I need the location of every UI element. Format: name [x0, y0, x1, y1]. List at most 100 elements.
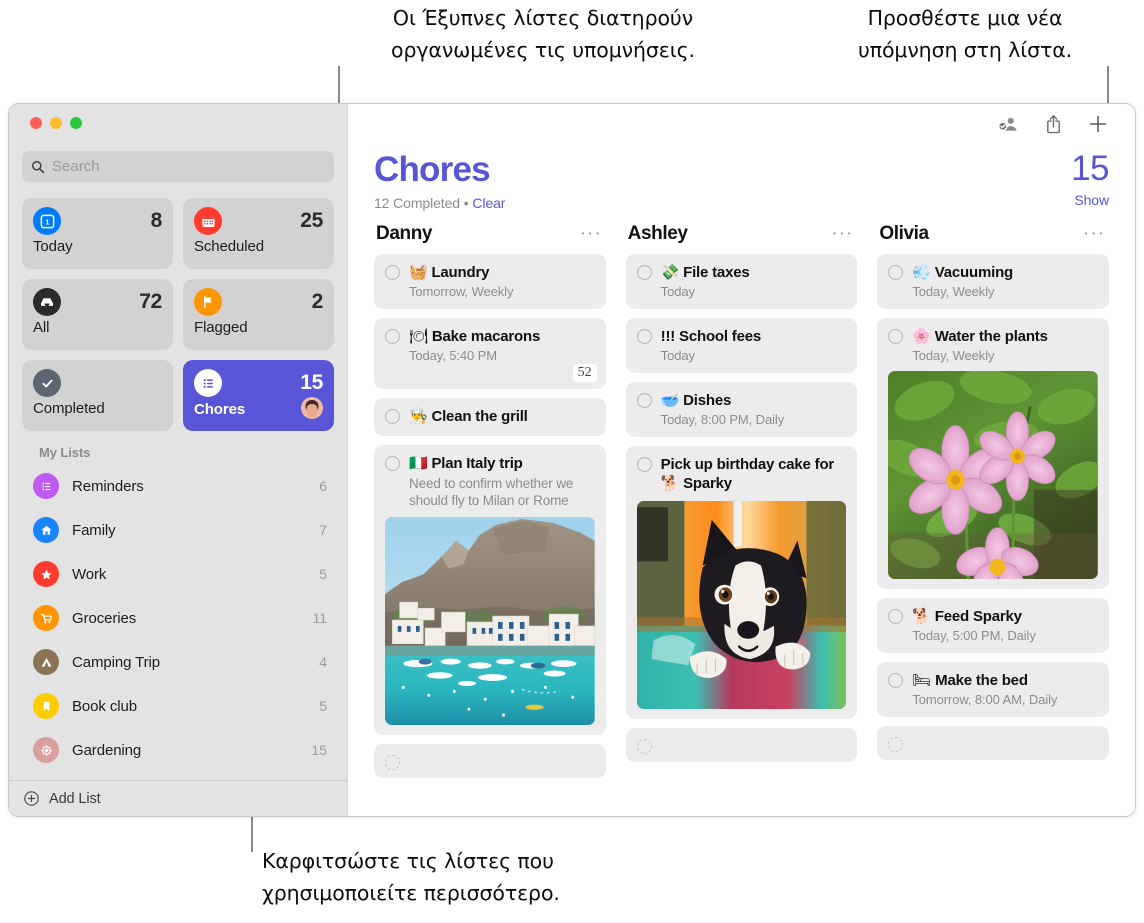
flag-icon [194, 288, 222, 316]
reminder-card[interactable]: 🐕 Feed Sparky Today, 5:00 PM, Daily [877, 598, 1109, 653]
house-icon [33, 517, 59, 543]
complete-circle-icon[interactable] [385, 755, 400, 770]
list-bullet-icon [194, 369, 222, 397]
sidebar-item-family[interactable]: Family 7 [9, 508, 347, 552]
column-more-icon[interactable]: ··· [831, 229, 853, 239]
italy-coast-photo[interactable] [385, 517, 595, 725]
sidebar-item-gardening[interactable]: Gardening 15 [9, 728, 347, 772]
reminder-card[interactable]: 🇮🇹 Plan Italy trip Need to confirm wheth… [374, 445, 606, 735]
share-icon[interactable] [1044, 113, 1063, 140]
emoji-flag-italy: 🇮🇹 [409, 454, 427, 472]
inbox-icon [33, 288, 61, 316]
reminder-card[interactable]: 🌸 Water the plants Today, Weekly [877, 318, 1109, 589]
reminder-note: Need to confirm whether we should fly to… [409, 475, 595, 509]
plus-icon[interactable] [1087, 113, 1109, 140]
smart-list-today[interactable]: 1 8 Today [22, 198, 173, 269]
reminder-card[interactable]: 🍽 Bake macarons Today, 5:40 PM 52 [374, 318, 606, 389]
reminder-due: Today, 5:40 PM [409, 348, 595, 363]
complete-circle-icon[interactable] [385, 409, 400, 424]
complete-circle-icon[interactable] [888, 329, 903, 344]
list-count: 7 [319, 522, 327, 538]
smart-list-flagged[interactable]: 2 Flagged [183, 279, 334, 350]
list-count: 4 [319, 654, 327, 670]
sidebar-item-groceries[interactable]: Groceries 11 [9, 596, 347, 640]
smart-list-all-count: 72 [139, 290, 162, 314]
smart-list-today-label: Today [33, 238, 162, 255]
reminder-due: Today [661, 284, 847, 299]
annotation-pin-lists: Καρφιτσώστε τις λίστες που χρησιμοποιείτ… [262, 845, 662, 909]
complete-circle-icon[interactable] [637, 457, 652, 472]
smart-list-chores[interactable]: 15 Chores [183, 360, 334, 431]
smart-list-scheduled[interactable]: 25 Scheduled [183, 198, 334, 269]
tent-icon [33, 649, 59, 675]
new-reminder-row[interactable] [877, 726, 1109, 760]
complete-circle-icon[interactable] [385, 329, 400, 344]
smart-list-all[interactable]: 72 All [22, 279, 173, 350]
main-content: Chores 12 Completed • Clear 15 Show Dann… [347, 104, 1135, 816]
list-label: Gardening [72, 742, 298, 759]
svg-text:1: 1 [45, 218, 49, 226]
complete-circle-icon[interactable] [888, 265, 903, 280]
reminder-card[interactable]: 🧺 Laundry Tomorrow, Weekly [374, 254, 606, 309]
list-label: Camping Trip [72, 654, 306, 671]
complete-circle-icon[interactable] [637, 265, 652, 280]
reminder-card[interactable]: 💸 File taxes Today [626, 254, 858, 309]
reminder-card[interactable]: !!! School fees Today [626, 318, 858, 373]
emoji-dash: 💨 [912, 263, 930, 281]
smart-list-completed[interactable]: Completed [22, 360, 173, 431]
completed-count: 12 Completed [374, 195, 460, 211]
sidebar: Search 1 8 Today [9, 104, 347, 816]
show-button[interactable]: Show [1071, 192, 1109, 208]
complete-circle-icon[interactable] [888, 737, 903, 752]
reminder-title: Laundry [431, 264, 489, 281]
column-danny: Danny ··· 🧺 Laundry Tomorrow, Weekly [374, 223, 606, 816]
checkmark-icon [33, 369, 61, 397]
reminder-title: Pick up birthday cake for 🐕 Sparky [661, 455, 847, 493]
new-reminder-row[interactable] [626, 728, 858, 762]
list-count: 11 [312, 610, 327, 626]
search-input[interactable]: Search [22, 151, 334, 182]
complete-circle-icon[interactable] [888, 609, 903, 624]
sidebar-item-book-club[interactable]: Book club 5 [9, 684, 347, 728]
dog-photo[interactable] [637, 501, 847, 709]
add-list-button[interactable]: Add List [9, 780, 347, 816]
column-ashley: Ashley ··· 💸 File taxes Today [626, 223, 858, 816]
list-label: Reminders [72, 478, 306, 495]
column-more-icon[interactable]: ··· [580, 229, 602, 239]
my-lists-heading: My Lists [9, 445, 347, 464]
list-bullet-icon [33, 473, 59, 499]
sidebar-item-reminders[interactable]: Reminders 6 [9, 464, 347, 508]
reminder-card[interactable]: 🛏 Make the bed Tomorrow, 8:00 AM, Daily [877, 662, 1109, 717]
minimize-button[interactable] [50, 117, 62, 129]
flowers-photo[interactable] [888, 371, 1098, 579]
reminder-card[interactable]: 👨‍🍳 Clean the grill [374, 398, 606, 436]
complete-circle-icon[interactable] [637, 329, 652, 344]
complete-circle-icon[interactable] [637, 739, 652, 754]
reminder-due: Today, Weekly [912, 348, 1098, 363]
complete-circle-icon[interactable] [888, 673, 903, 688]
clear-button[interactable]: Clear [472, 195, 505, 211]
reminder-title: School fees [679, 328, 761, 345]
reminder-title: Bake macarons [432, 328, 540, 345]
share-participants-icon[interactable] [996, 113, 1020, 140]
reminder-card[interactable]: 🥣 Dishes Today, 8:00 PM, Daily [626, 382, 858, 437]
column-title: Danny [376, 223, 432, 245]
new-reminder-row[interactable] [374, 744, 606, 778]
reminder-due: Today, Weekly [912, 284, 1098, 299]
smart-list-today-count: 8 [151, 209, 162, 233]
sidebar-item-work[interactable]: Work 5 [9, 552, 347, 596]
attachment-page-badge: 52 [573, 364, 597, 382]
complete-circle-icon[interactable] [385, 265, 400, 280]
maximize-button[interactable] [70, 117, 82, 129]
smart-list-completed-label: Completed [33, 400, 162, 417]
reminder-due: Today, 5:00 PM, Daily [912, 628, 1098, 643]
sidebar-item-camping-trip[interactable]: Camping Trip 4 [9, 640, 347, 684]
smart-list-flagged-count: 2 [312, 290, 323, 314]
complete-circle-icon[interactable] [637, 393, 652, 408]
reminder-title: File taxes [683, 264, 749, 281]
reminder-card[interactable]: 💨 Vacuuming Today, Weekly [877, 254, 1109, 309]
complete-circle-icon[interactable] [385, 456, 400, 471]
reminder-card[interactable]: Pick up birthday cake for 🐕 Sparky [626, 446, 858, 719]
column-more-icon[interactable]: ··· [1083, 229, 1105, 239]
close-button[interactable] [30, 117, 42, 129]
